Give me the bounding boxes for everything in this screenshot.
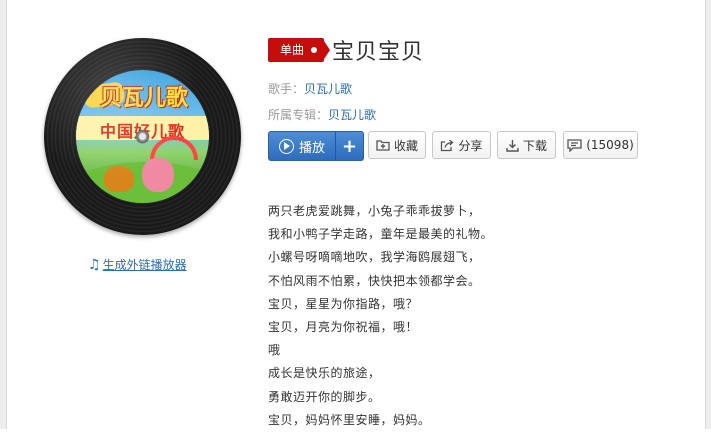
lyric-line: 宝贝，星星为你指路，哦？ [268,296,419,311]
album-label: 所属专辑： [268,108,329,122]
comment-icon [567,138,582,152]
cover-band [76,116,209,140]
cover-brand-text: 贝瓦儿歌 [99,86,188,111]
music-note-icon: ♫ [88,257,101,273]
comment-button[interactable]: (15098) [563,131,638,159]
collect-button[interactable]: 收藏 [368,131,426,159]
album-art: 贝瓦儿歌 中国好儿歌 [76,70,209,203]
collect-label: 收藏 [393,138,418,153]
singer-link[interactable]: 贝瓦儿歌 [304,82,352,96]
share-label: 分享 [458,138,483,153]
play-button[interactable]: 播放 [269,132,335,160]
window-frame-left [0,0,7,429]
sun-shape [82,81,126,109]
album-vinyl-cover[interactable]: 贝瓦儿歌 中国好儿歌 [44,38,241,235]
lyric-line: 成长是快乐的旅途， [268,366,381,381]
record-spindle [136,130,149,143]
add-to-playlist-button[interactable]: + [336,132,363,160]
download-label: 下载 [522,138,547,153]
folder-plus-icon [376,140,390,151]
lyric-line: 两只老虎爱跳舞，小兔子乖乖拔萝卜， [268,204,481,218]
album-link[interactable]: 贝瓦儿歌 [328,108,376,122]
lyric-line: 我和小鸭子学走路，童年是最美的礼物。 [268,227,494,242]
lyric-line: 小螺号呀嘀嘀地吹，我学海鸥展翅飞， [268,250,481,265]
external-player-label: 生成外链播放器 [102,258,187,272]
album-row: 所属专辑：贝瓦儿歌 [268,106,376,123]
lyric-line: 勇敢迈开你的脚步。 [268,389,381,404]
play-label: 播放 [298,140,325,156]
singer-label: 歌手： [268,82,305,96]
lyrics-list: 两只老虎爱跳舞，小兔子乖乖拔萝卜， 我和小鸭子学走路，童年是最美的礼物。 小螺号… [268,203,493,435]
download-icon [506,139,519,152]
lyric-line: 宝贝，妈妈怀里安睡，妈妈。 [268,412,431,427]
hill-shape [76,162,209,203]
download-button[interactable]: 下载 [497,131,556,159]
share-button[interactable]: 分享 [432,131,491,159]
external-player-link[interactable]: ♫ 生成外链播放器 [88,256,187,273]
window-frame-right [705,0,711,429]
rainbow-shape [150,136,198,160]
lyric-line: 宝贝，月亮为你祝福，哦！ [268,319,419,334]
lyric-line: 不怕风雨不怕累，快快把本领都学会。 [268,273,481,288]
cover-subtitle: 中国好儿歌 [99,122,185,141]
bear-character [104,166,134,192]
share-icon [441,139,454,151]
singer-row: 歌手：贝瓦儿歌 [268,80,352,97]
play-icon [278,138,294,154]
play-button-group: 播放 + [268,131,364,161]
song-title: 宝贝宝贝 [332,40,425,65]
single-tag-label: 单曲 [280,43,305,57]
pig-character [142,158,174,192]
lyric-line: 哦 [268,343,281,358]
single-tag: 单曲 [268,38,325,62]
single-tag-arrow [322,38,330,62]
comment-count: (15098) [586,138,634,152]
